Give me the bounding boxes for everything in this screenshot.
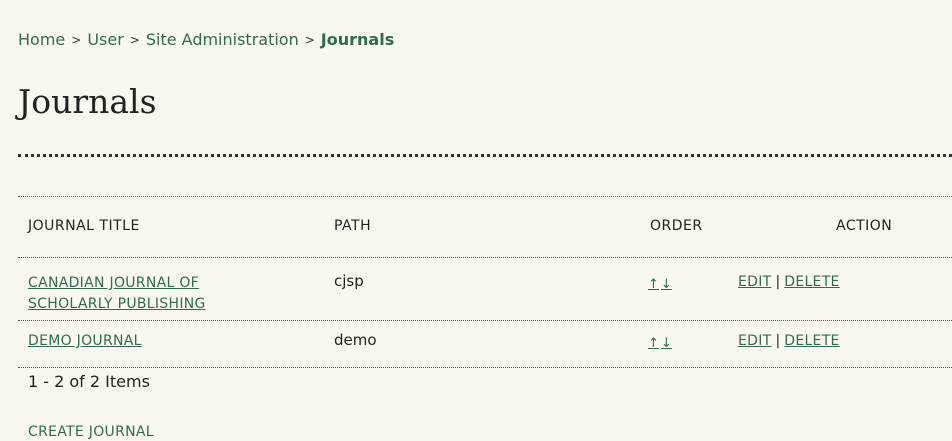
journal-title-line: SCHOLARLY PUBLISHING bbox=[28, 296, 206, 312]
breadcrumb-home-link[interactable]: Home bbox=[18, 30, 65, 49]
journal-title-cell: CANADIAN JOURNAL OF SCHOLARLY PUBLISHING bbox=[28, 272, 206, 314]
journal-path: cjsp bbox=[334, 272, 364, 290]
breadcrumb-separator: > bbox=[71, 33, 82, 47]
journal-title-line: CANADIAN JOURNAL OF bbox=[28, 275, 200, 291]
breadcrumb: Home > User > Site Administration > Journals bbox=[18, 30, 394, 49]
action-separator: | bbox=[775, 333, 781, 349]
row-actions: EDIT | DELETE bbox=[738, 272, 840, 290]
action-separator: | bbox=[775, 274, 781, 290]
breadcrumb-separator: > bbox=[304, 33, 315, 47]
journals-table: JOURNAL TITLE PATH ORDER ACTION CANADIAN… bbox=[18, 196, 952, 368]
pagination-summary: 1 - 2 of 2 Items bbox=[28, 372, 150, 391]
table-row: CANADIAN JOURNAL OF SCHOLARLY PUBLISHING … bbox=[18, 258, 952, 320]
breadcrumb-separator: > bbox=[129, 33, 140, 47]
edit-link[interactable]: EDIT bbox=[738, 274, 772, 290]
breadcrumb-user-link[interactable]: User bbox=[87, 30, 123, 49]
header-path: PATH bbox=[334, 218, 372, 234]
order-controls: ↑ ↓ bbox=[648, 274, 674, 292]
header-order: ORDER bbox=[650, 218, 703, 234]
row-divider bbox=[18, 367, 952, 368]
journal-title-cell: DEMO JOURNAL bbox=[28, 331, 142, 349]
create-journal-link[interactable]: CREATE JOURNAL bbox=[28, 424, 154, 440]
move-up-icon[interactable]: ↑ bbox=[648, 336, 659, 351]
journal-title-link[interactable]: DEMO JOURNAL bbox=[28, 333, 142, 349]
breadcrumb-site-admin-link[interactable]: Site Administration bbox=[146, 30, 299, 49]
header-journal-title: JOURNAL TITLE bbox=[28, 218, 140, 234]
page-title: Journals bbox=[18, 82, 157, 121]
delete-link[interactable]: DELETE bbox=[784, 274, 839, 290]
journal-path: demo bbox=[334, 331, 377, 349]
table-row: DEMO JOURNAL demo ↑ ↓ EDIT | DELETE bbox=[18, 321, 952, 367]
header-action: ACTION bbox=[836, 218, 893, 234]
move-down-icon[interactable]: ↓ bbox=[661, 277, 672, 292]
edit-link[interactable]: EDIT bbox=[738, 333, 772, 349]
delete-link[interactable]: DELETE bbox=[784, 333, 839, 349]
row-actions: EDIT | DELETE bbox=[738, 331, 840, 349]
breadcrumb-current-link[interactable]: Journals bbox=[321, 30, 394, 49]
journal-title-link[interactable]: CANADIAN JOURNAL OF SCHOLARLY PUBLISHING bbox=[28, 275, 206, 312]
move-down-icon[interactable]: ↓ bbox=[661, 336, 672, 351]
table-header: JOURNAL TITLE PATH ORDER ACTION bbox=[18, 197, 952, 257]
title-divider bbox=[18, 154, 952, 157]
move-up-icon[interactable]: ↑ bbox=[648, 277, 659, 292]
order-controls: ↑ ↓ bbox=[648, 333, 674, 351]
